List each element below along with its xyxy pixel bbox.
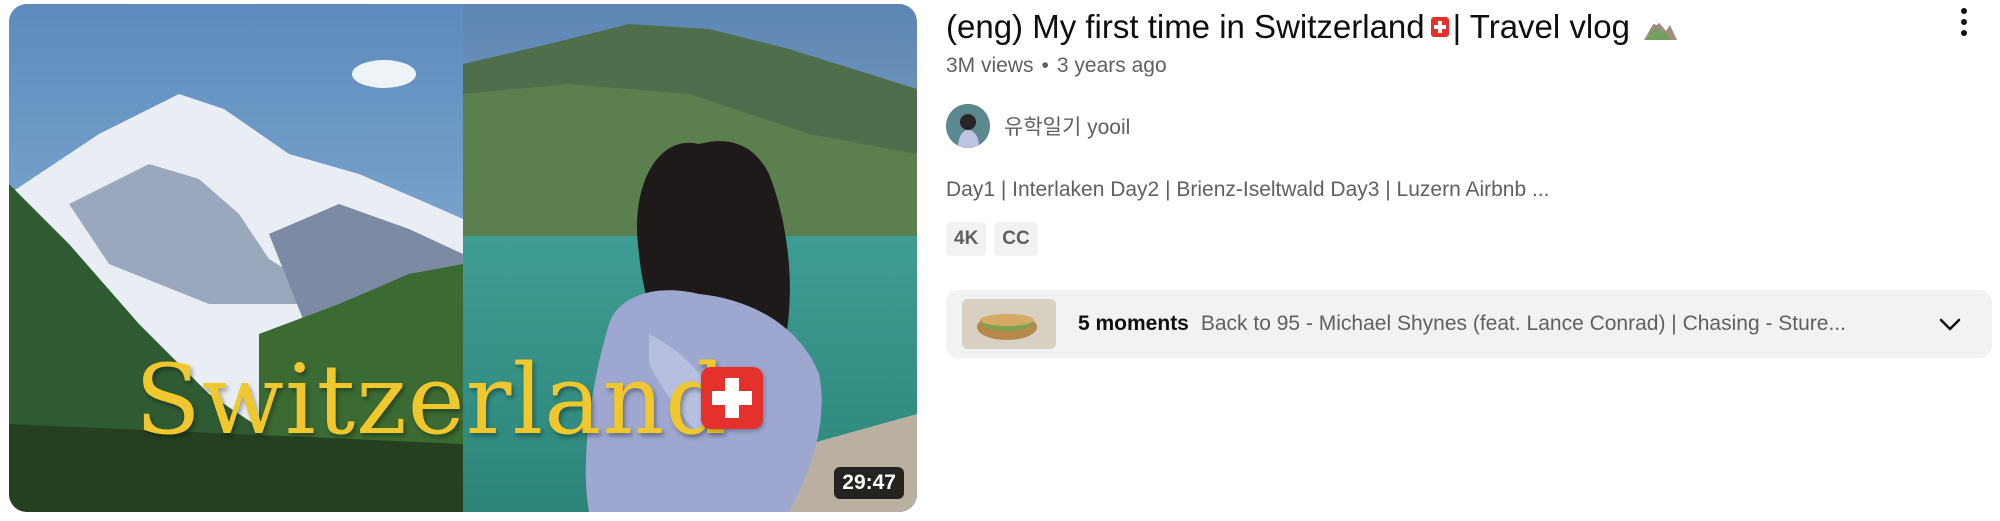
- badge-4k: 4K: [946, 222, 987, 256]
- badge-cc: CC: [994, 222, 1038, 256]
- video-title-main: (eng) My first time in Switzerland: [946, 8, 1425, 45]
- video-thumbnail[interactable]: Switzerland 29:47: [9, 4, 917, 512]
- swiss-flag-icon: [1430, 17, 1449, 37]
- chevron-down-icon[interactable]: [1936, 310, 1964, 338]
- video-info: (eng) My first time in Switzerland | Tra…: [946, 0, 1996, 521]
- snow-capped-mountain-icon: [1643, 19, 1677, 40]
- thumbnail-title-text: Switzerland: [135, 344, 728, 456]
- moments-count: 5 moments: [1078, 312, 1189, 335]
- more-vert-icon: [1961, 8, 1967, 14]
- swiss-flag-icon: [701, 367, 763, 429]
- video-metadata: 3M views • 3 years ago: [946, 54, 1167, 77]
- video-title-suffix: | Travel vlog: [1452, 8, 1630, 45]
- moment-thumbnail: [962, 299, 1056, 349]
- badge-list: 4K CC: [946, 222, 1038, 256]
- more-actions-button[interactable]: [1946, 4, 1982, 40]
- key-moments-panel[interactable]: 5 moments Back to 95 - Michael Shynes (f…: [946, 290, 1992, 358]
- moments-summary: Back to 95 - Michael Shynes (feat. Lance…: [1200, 312, 1846, 335]
- channel-name[interactable]: 유학일기 yooil: [1004, 111, 1130, 141]
- video-description: Day1 | Interlaken Day2 | Brienz-Iseltwal…: [946, 178, 1550, 201]
- video-title[interactable]: (eng) My first time in Switzerland | Tra…: [946, 4, 1678, 50]
- view-count: 3M views: [946, 54, 1034, 77]
- upload-age: 3 years ago: [1056, 54, 1167, 77]
- avatar[interactable]: [946, 104, 990, 148]
- duration-badge: 29:47: [834, 467, 904, 499]
- channel-link[interactable]: 유학일기 yooil: [946, 104, 1130, 148]
